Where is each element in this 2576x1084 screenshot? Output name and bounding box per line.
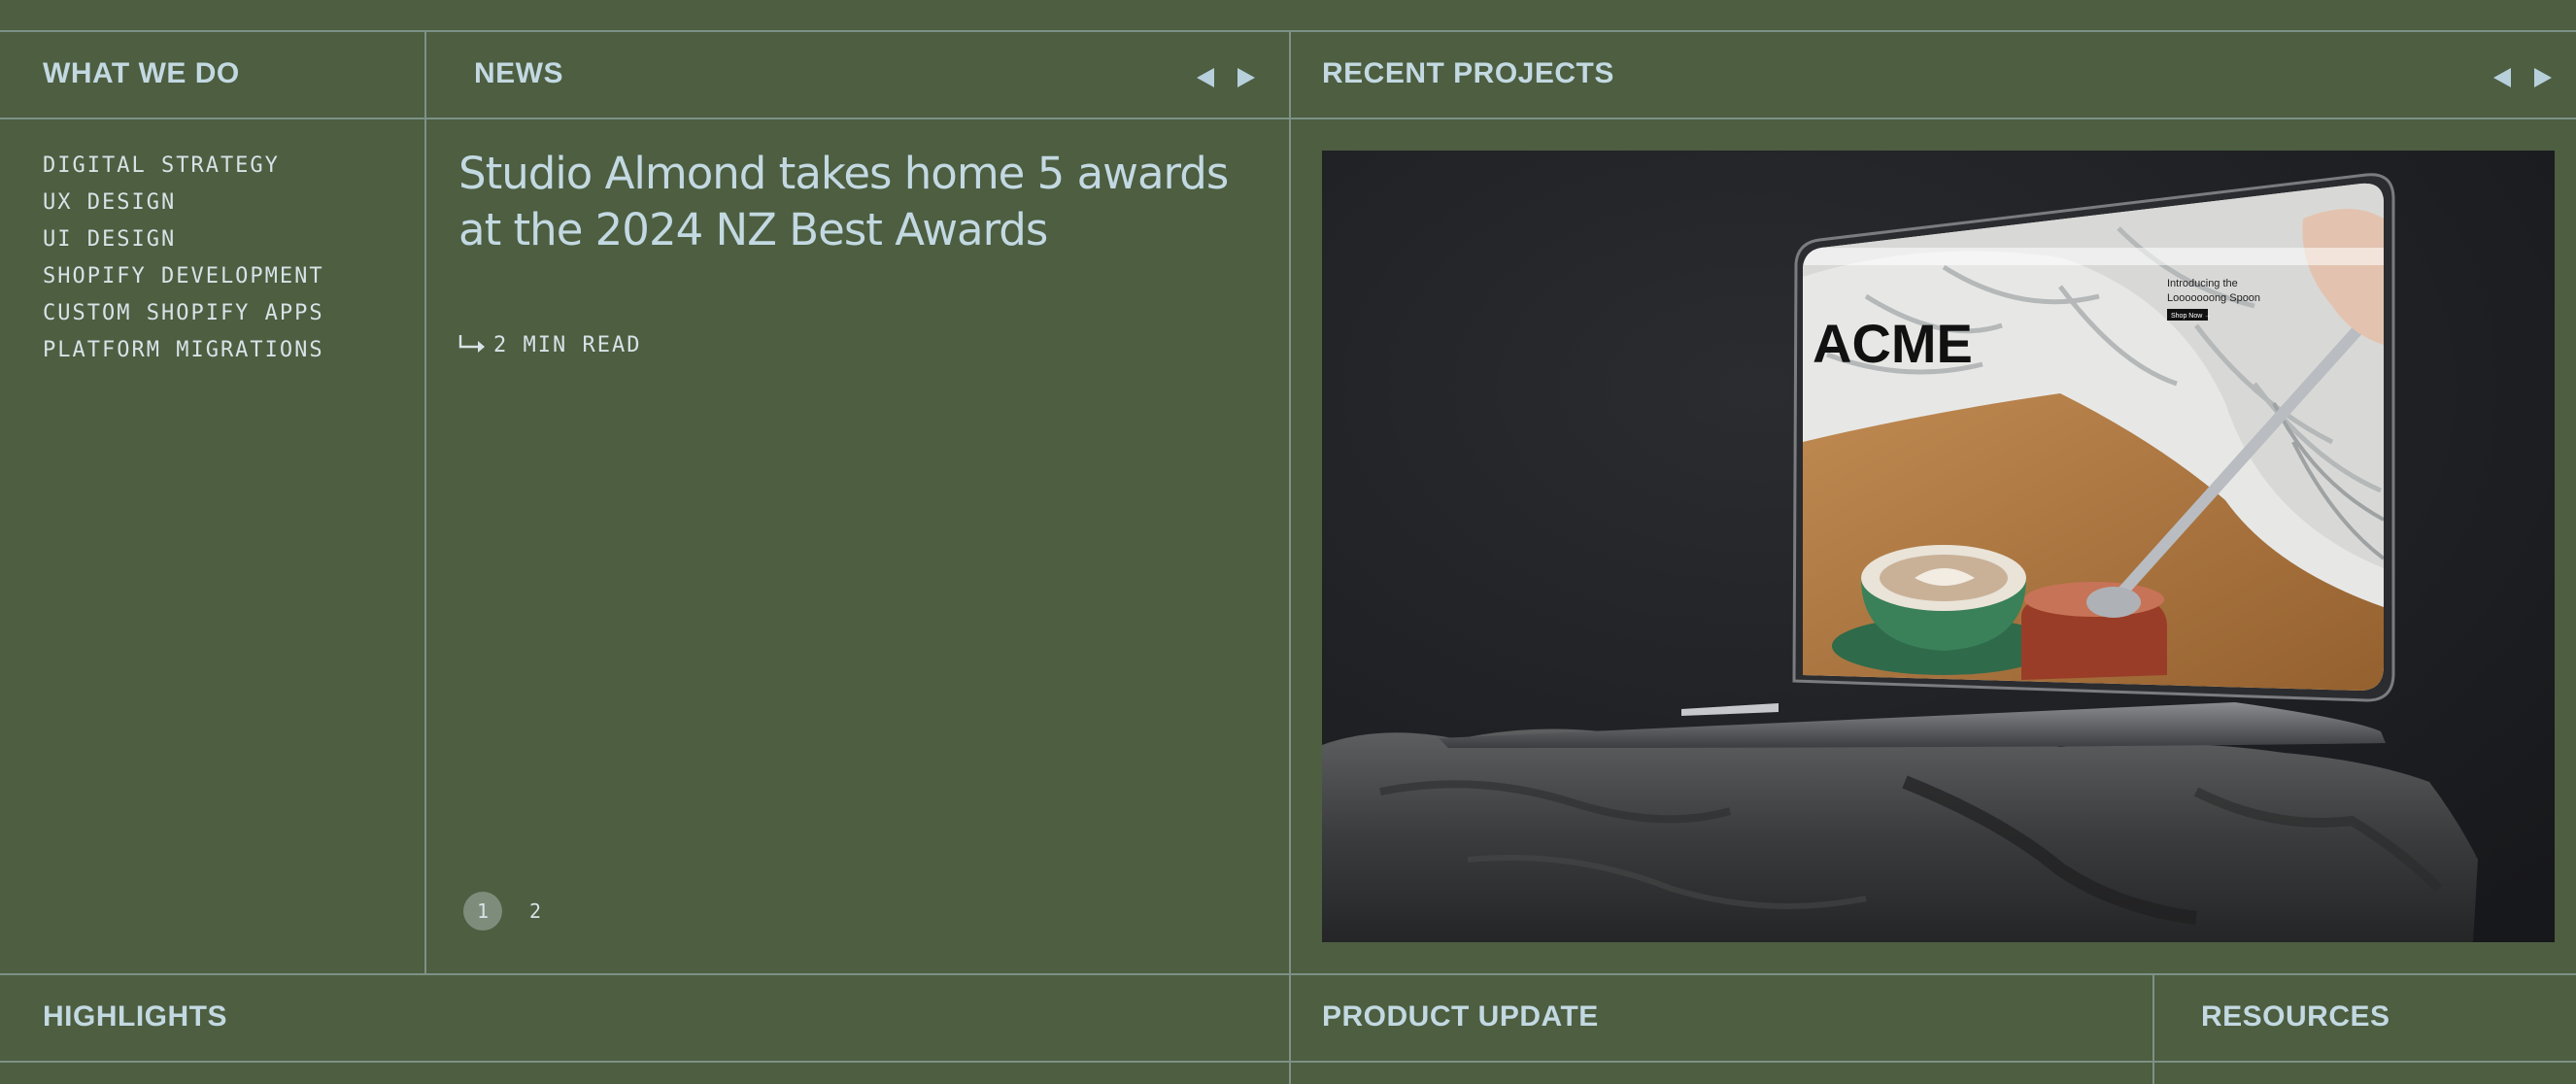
- news-title-line-1: Studio Almond takes home 5 awards: [458, 148, 1229, 199]
- acme-logo: ACME: [1813, 313, 1973, 374]
- service-item-ui-design[interactable]: UI DESIGN: [43, 221, 324, 258]
- news-heading: NEWS: [474, 57, 563, 89]
- section-divider: [0, 973, 2576, 975]
- return-arrow-icon: [458, 335, 485, 353]
- header-rule: [0, 118, 2576, 119]
- arrow-right-icon: [1237, 68, 1255, 87]
- column-divider-1: [424, 30, 426, 974]
- service-item-custom-shopify-apps[interactable]: CUSTOM SHOPIFY APPS: [43, 295, 324, 332]
- resources-heading: RESOURCES: [2201, 1000, 2390, 1033]
- news-article-title[interactable]: Studio Almond takes home 5 awards at the…: [458, 146, 1236, 258]
- news-prev-button[interactable]: [1191, 63, 1220, 92]
- product-update-heading: PRODUCT UPDATE: [1322, 1000, 1599, 1033]
- column-divider-2: [1289, 30, 1291, 1084]
- news-pagination: 1 2: [463, 892, 555, 931]
- highlights-heading: HIGHLIGHTS: [43, 1000, 227, 1033]
- projects-prev-button[interactable]: [2488, 63, 2517, 92]
- arrow-right-icon: [2534, 68, 2552, 87]
- news-read-time[interactable]: 2 MIN READ: [457, 332, 641, 357]
- laptop-mockup-illustration: ACME Introducing the Looooooong Spoon Sh…: [1322, 151, 2555, 942]
- column-divider-3: [2152, 973, 2154, 1084]
- project-image[interactable]: ACME Introducing the Looooooong Spoon Sh…: [1322, 151, 2555, 942]
- projects-next-button[interactable]: [2528, 63, 2558, 92]
- arrow-left-icon: [2493, 68, 2511, 87]
- bottom-header-rule: [0, 1061, 2576, 1063]
- service-item-ux-design[interactable]: UX DESIGN: [43, 185, 324, 221]
- news-title-line-2: at the 2024 NZ Best Awards: [458, 204, 1048, 255]
- page-2-button[interactable]: 2: [516, 892, 555, 931]
- service-item-platform-migrations[interactable]: PLATFORM MIGRATIONS: [43, 332, 324, 369]
- recent-projects-heading: RECENT PROJECTS: [1322, 57, 1614, 89]
- what-we-do-heading: WHAT WE DO: [43, 57, 240, 89]
- arrow-left-icon: [1197, 68, 1214, 87]
- top-rule: [0, 30, 2576, 32]
- screen-promo-line-2: Looooooong Spoon: [2167, 292, 2260, 304]
- services-list: DIGITAL STRATEGY UX DESIGN UI DESIGN SHO…: [43, 148, 324, 369]
- read-time-label: 2 MIN READ: [493, 332, 642, 357]
- page-1-button[interactable]: 1: [463, 892, 502, 931]
- screen-promo-line-1: Introducing the: [2167, 278, 2238, 289]
- news-next-button[interactable]: [1232, 63, 1261, 92]
- service-item-digital-strategy[interactable]: DIGITAL STRATEGY: [43, 148, 324, 185]
- service-item-shopify-development[interactable]: SHOPIFY DEVELOPMENT: [43, 258, 324, 295]
- screen-cta: Shop Now →: [2171, 313, 2211, 320]
